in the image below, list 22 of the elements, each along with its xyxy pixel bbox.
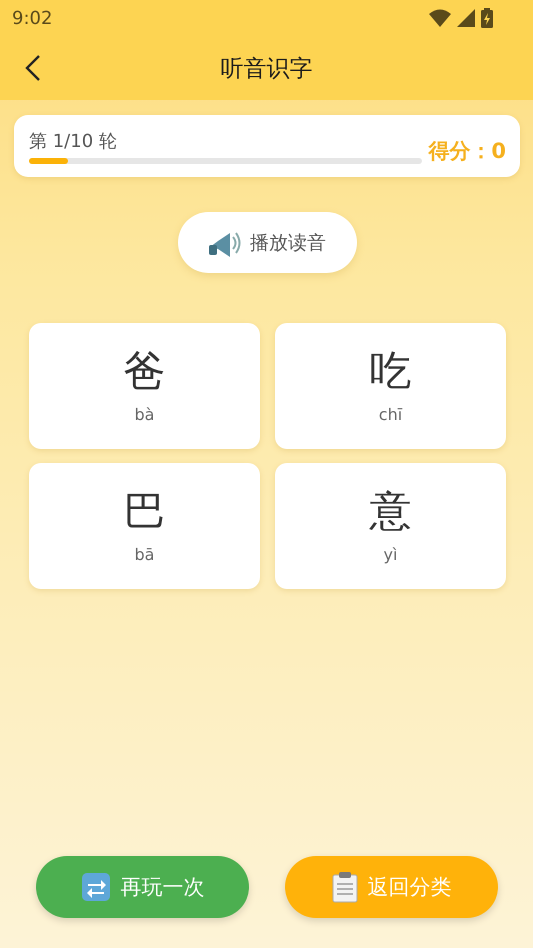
option-character: 巴 bbox=[124, 488, 166, 535]
score-label: 得分：0 bbox=[428, 138, 506, 165]
clipboard-icon bbox=[332, 871, 358, 903]
repeat-icon bbox=[80, 872, 110, 902]
answer-option[interactable]: 意 yì bbox=[275, 463, 506, 589]
battery-icon bbox=[481, 8, 493, 28]
signal-icon bbox=[457, 9, 475, 27]
option-pinyin: yì bbox=[384, 544, 398, 564]
page-title: 听音识字 bbox=[220, 54, 312, 84]
answer-option[interactable]: 巴 bā bbox=[29, 463, 260, 589]
option-pinyin: bā bbox=[134, 544, 154, 564]
option-character: 吃 bbox=[370, 348, 412, 395]
option-pinyin: chī bbox=[378, 404, 402, 424]
option-character: 意 bbox=[370, 488, 412, 535]
option-pinyin: bà bbox=[134, 404, 154, 424]
answer-option[interactable]: 吃 chī bbox=[275, 323, 506, 449]
wifi-icon bbox=[429, 9, 451, 27]
round-counter: 第 1/10 轮 bbox=[29, 130, 117, 152]
option-character: 爸 bbox=[124, 348, 166, 395]
answer-option[interactable]: 爸 bà bbox=[29, 323, 260, 449]
status-time: 9:02 bbox=[12, 8, 52, 28]
play-sound-button[interactable]: 播放读音 bbox=[178, 212, 356, 273]
